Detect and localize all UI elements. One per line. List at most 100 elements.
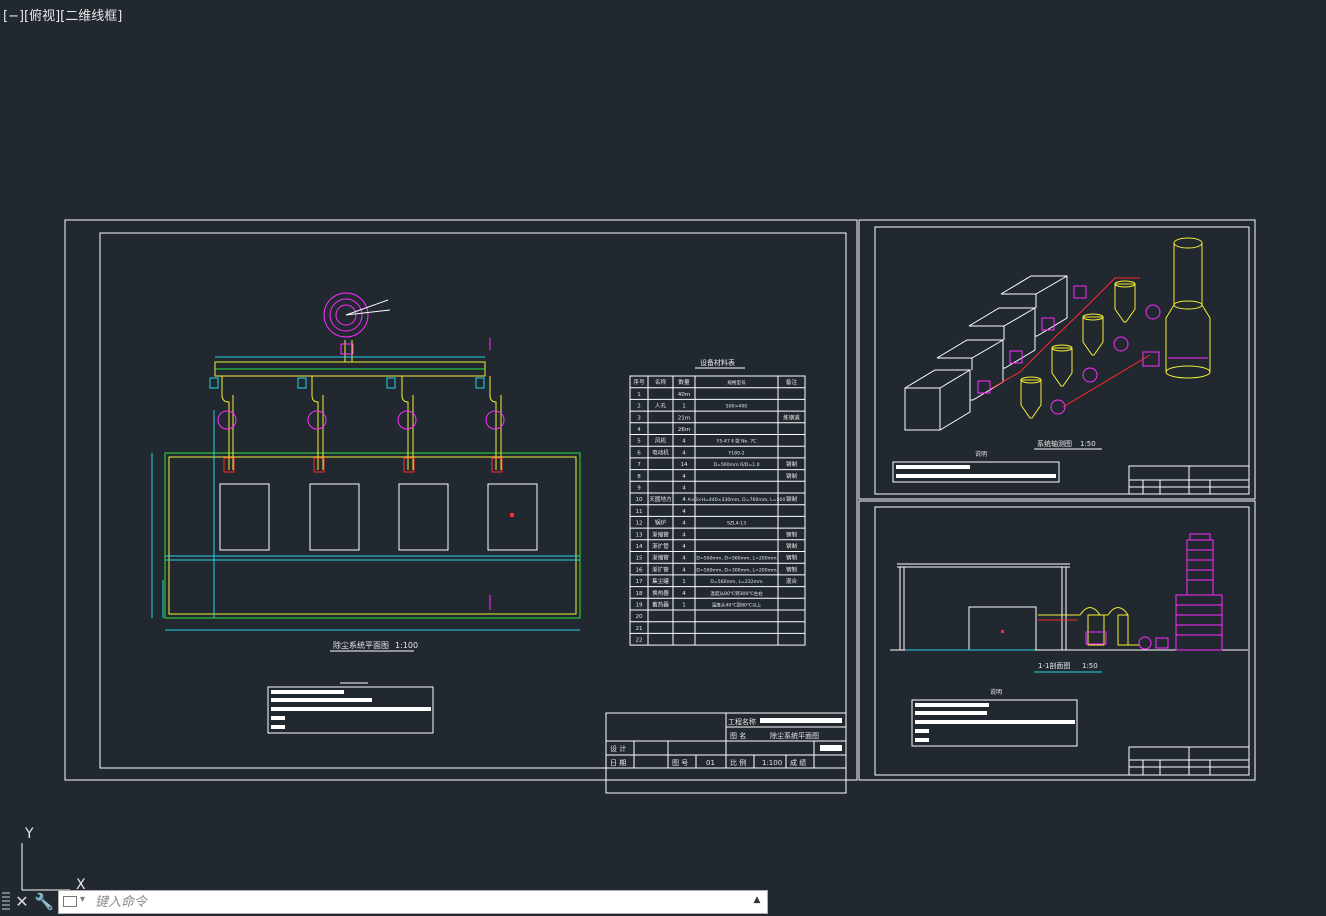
boiler-2 xyxy=(309,483,360,551)
table-cell: 换热器 xyxy=(652,589,669,597)
sheet-axonometric xyxy=(858,219,1256,500)
table-cell: 风机 xyxy=(655,437,667,445)
branch-4 xyxy=(475,376,505,473)
table-cell: 11 xyxy=(635,509,643,515)
table-cell: 500×400 xyxy=(726,404,747,410)
plan-dimensions xyxy=(162,338,580,618)
chevron-up-icon[interactable]: ▲ xyxy=(751,895,763,909)
axo-title: 系统轴测图 xyxy=(1037,439,1072,448)
axo-chimney xyxy=(1165,237,1211,379)
table-cell: 7 xyxy=(637,462,641,468)
title-block xyxy=(605,712,847,794)
command-input[interactable] xyxy=(95,891,735,913)
table-cell: 集尘罐 xyxy=(652,577,669,585)
table-cell: 19 xyxy=(635,603,643,609)
table-cell: 12 xyxy=(635,521,642,527)
section-building xyxy=(890,563,1248,651)
table-cell: 21m xyxy=(678,415,691,421)
table-cell: 电动机 xyxy=(652,448,669,456)
plan-branches xyxy=(209,376,505,473)
table-cell: 21 xyxy=(635,626,643,632)
command-prompt-icon[interactable] xyxy=(63,896,77,907)
table-cell: 渐缩管 xyxy=(652,530,669,538)
table-cell: 4 xyxy=(682,532,686,538)
command-line-grip[interactable] xyxy=(2,892,10,912)
table-cell: 混合 xyxy=(786,577,798,585)
table-cell: 4 xyxy=(682,497,686,503)
section-chimney xyxy=(1175,533,1223,651)
title-block-scale-label: 比 例 xyxy=(730,758,746,767)
section-ducts xyxy=(1038,607,1169,650)
chevron-down-icon[interactable]: ▾ xyxy=(80,894,85,905)
table-header-cell: 规格型号 xyxy=(727,379,746,386)
table-cell: 1 xyxy=(682,579,686,585)
table-cell: 26m xyxy=(678,427,691,433)
table-cell: 锅炉 xyxy=(655,519,667,527)
plan-header-duct xyxy=(214,340,486,377)
table-cell: 人孔 xyxy=(655,402,667,410)
table-cell: Y5-47 Ⅱ 型 No. 7C xyxy=(716,438,757,445)
table-cell: 5 xyxy=(637,439,641,445)
section-title: 1-1剖面图 xyxy=(1038,661,1070,670)
table-cell: 15 xyxy=(635,556,643,562)
title-block-design-label: 设 计 xyxy=(610,744,626,753)
drawing-canvas[interactable]: 除尘系统平面图 1:100 设备材料表 序号 名称 数量 规格型号 备注 1 40m 2 人孔 1… xyxy=(0,0,1326,916)
table-cell: 3 xyxy=(637,415,641,421)
table-cell: A×B×H=440×330mm, D=760mm, L=500 xyxy=(688,497,786,503)
table-cell: 1 xyxy=(682,404,686,410)
table-cell: 钢制 xyxy=(786,495,798,503)
table-cell: 1 xyxy=(637,392,641,398)
section-scale: 1:50 xyxy=(1082,662,1098,670)
boiler-3 xyxy=(398,483,449,551)
table-cell: 炼钢道 xyxy=(783,413,800,421)
table-cell: Y180-2 xyxy=(727,450,744,456)
table-cell: 渐缩管 xyxy=(652,554,669,562)
table-cell: 4 xyxy=(682,439,686,445)
branch-2 xyxy=(297,376,327,473)
table-cell: SZL4-13 xyxy=(727,521,746,527)
table-cell: 天圆地方 xyxy=(649,495,672,503)
wrench-icon[interactable]: 🔧 xyxy=(34,892,54,912)
plan-scale: 1:100 xyxy=(395,641,418,650)
table-cell: 6 xyxy=(637,450,641,456)
boiler-1 xyxy=(219,483,270,551)
plan-chimney xyxy=(323,292,391,355)
table-cell: 钢制 xyxy=(786,530,798,538)
table-cell: 20 xyxy=(635,614,643,620)
table-cell: 13 xyxy=(635,532,643,538)
branch-3 xyxy=(386,376,417,473)
table-cell: 10 xyxy=(635,497,643,503)
table-cell: D=560mm, D=300mm, L=200mm xyxy=(696,567,777,573)
close-icon[interactable]: ✕ xyxy=(12,892,32,912)
table-cell: 温度从80℃到300℃左右 xyxy=(710,590,763,597)
table-header-cell: 备注 xyxy=(786,378,798,386)
section-notes-label: 说明 xyxy=(990,688,1002,696)
table-cell: D=560mm, L=232mm xyxy=(710,579,763,585)
section-notes-box xyxy=(911,699,1078,747)
table-cell: 4 xyxy=(682,556,686,562)
table-cell: 22 xyxy=(635,638,642,644)
title-block-project-label: 工程名称 xyxy=(728,717,756,726)
title-block-figure-no: 01 xyxy=(706,759,715,767)
table-cell: 4 xyxy=(682,544,686,550)
table-cell: D=560mm R/D=1.0 xyxy=(714,462,760,468)
table-cell: 钢制 xyxy=(786,542,798,550)
table-header-cell: 序号 xyxy=(633,378,645,386)
table-cell: 4 xyxy=(637,427,641,433)
axo-title-block xyxy=(1128,465,1250,495)
table-cell: D=560mm, D=560mm, L=200mm xyxy=(696,556,777,562)
table-cell: 2 xyxy=(637,404,641,410)
table-cell: 16 xyxy=(635,567,643,573)
section-title-block xyxy=(1128,746,1250,776)
axo-boilers xyxy=(904,275,1068,431)
command-input-container: ▾ ▲ xyxy=(58,890,768,914)
equipment-table-title: 设备材料表 xyxy=(700,358,735,367)
table-cell: 40m xyxy=(678,392,691,398)
title-block-figure-no-label: 图 号 xyxy=(672,759,688,767)
table-cell: 温度从40℃到80℃以上 xyxy=(712,602,762,609)
ucs-y-label: Y xyxy=(24,826,34,842)
title-block-grade-label: 成 绩 xyxy=(790,758,806,767)
table-cell: 钢制 xyxy=(786,565,798,573)
table-cell: 1 xyxy=(682,603,686,609)
table-cell: 4 xyxy=(682,567,686,573)
